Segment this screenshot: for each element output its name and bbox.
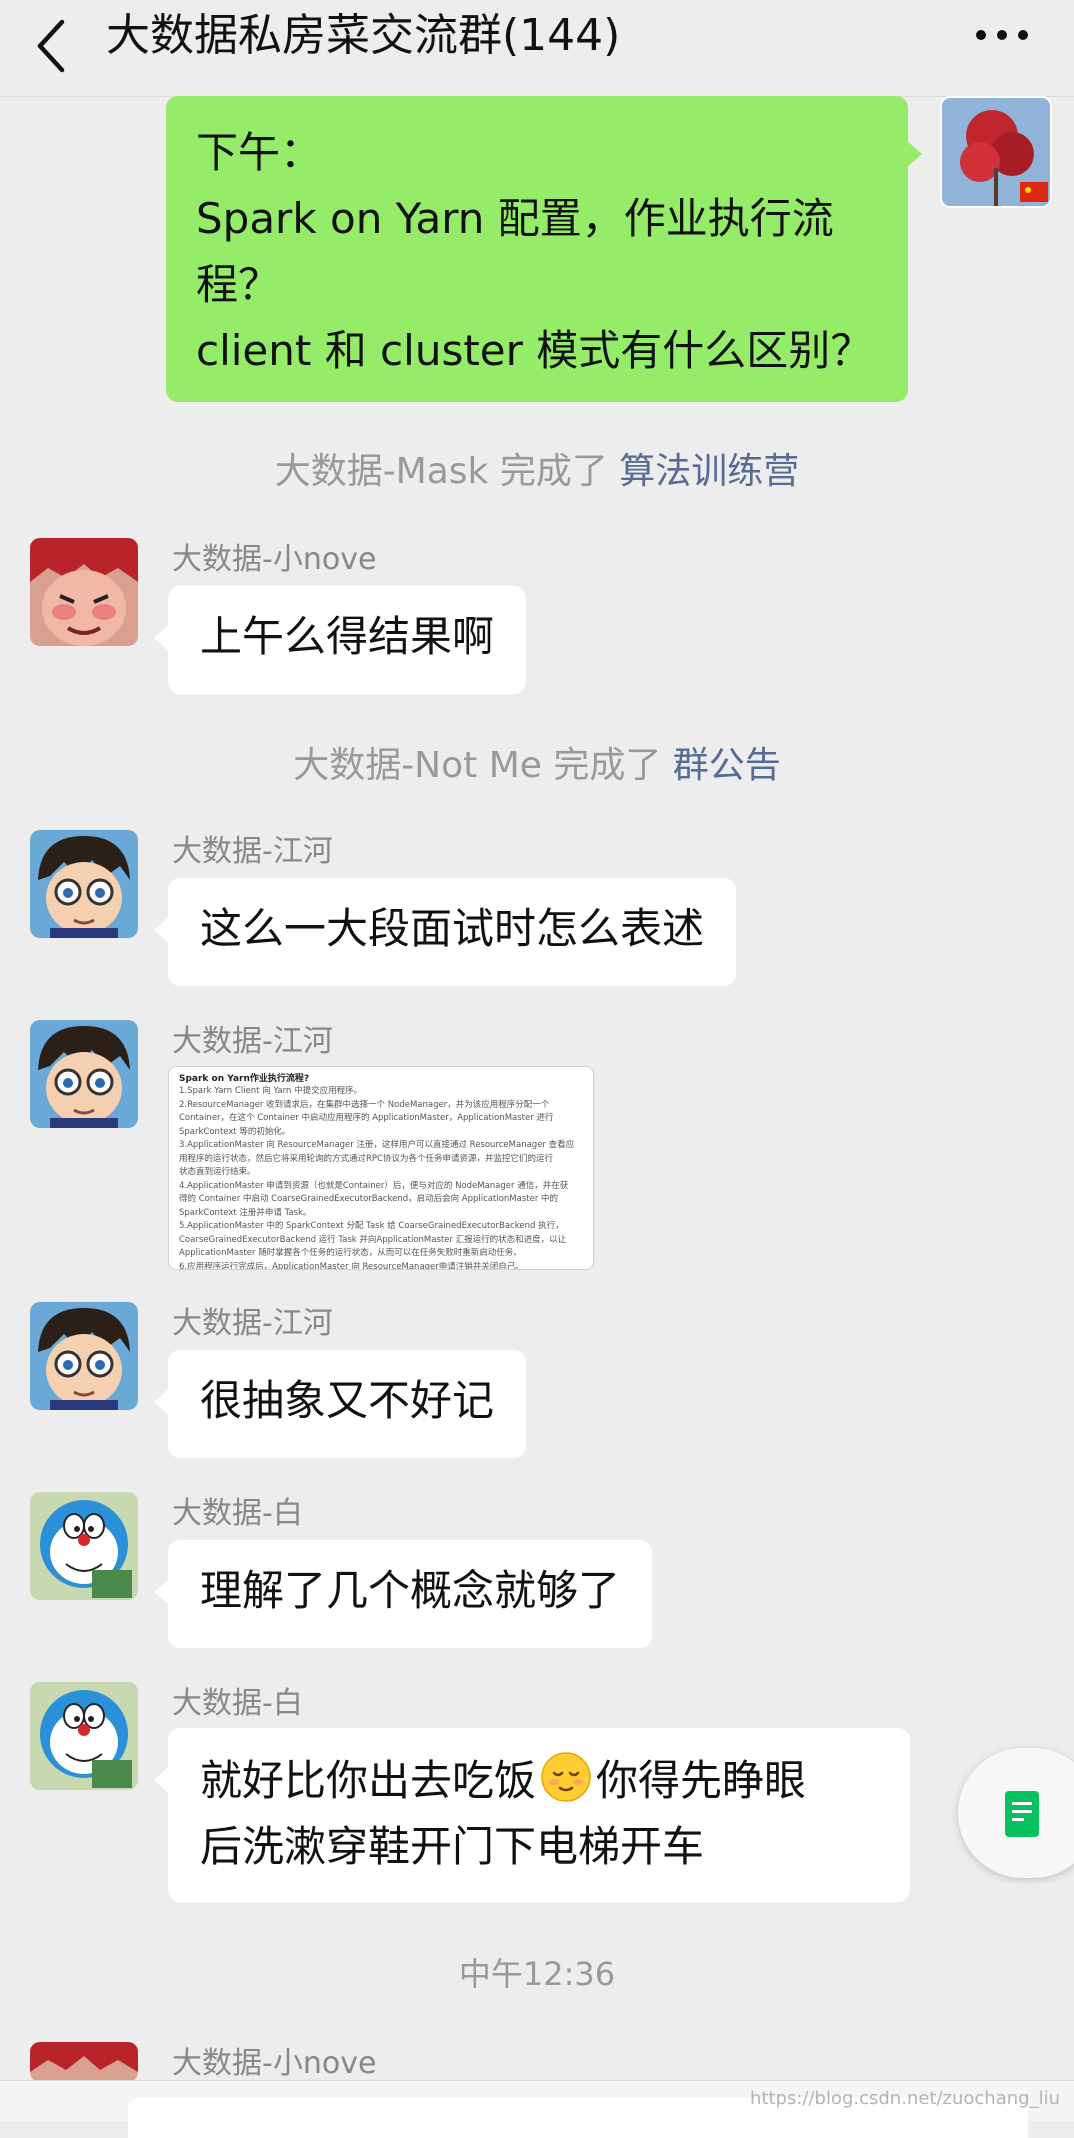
notice-link[interactable]: 群公告	[673, 745, 781, 786]
image-doc-line: 2.ResourceManager 收到请求后，在集群中选择一个 NodeMan…	[179, 1099, 550, 1110]
sender-name: 大数据-白	[172, 1686, 303, 1721]
chat-header: 大数据私房菜交流群(144)	[0, 0, 1074, 97]
image-doc-line: SparkContext 等的初始化。	[179, 1126, 291, 1137]
red-hair-anime-avatar-image	[30, 2042, 138, 2082]
my-message-bubble[interactable]: 下午： Spark on Yarn 配置，作业执行流程？ client 和 cl…	[166, 96, 922, 402]
image-doc-line: 3.ApplicationMaster 向 ResourceManager 注册…	[179, 1140, 575, 1150]
message-bubble[interactable]: 就好比你出去吃饭 你得先睁眼 后洗漱穿鞋开门下电梯开车	[154, 1728, 910, 1902]
image-doc-line: 5.ApplicationMaster 中的 SparkContext 分配 T…	[179, 1221, 564, 1231]
message-text: 你得先睁眼	[596, 1756, 807, 1805]
doraemon-avatar-image	[30, 1492, 138, 1600]
image-doc-line: 用程序的运行状态，然后它将采用轮询的方式通过RPC协议为各个任务申请资源，并监控…	[179, 1153, 553, 1164]
sender-avatar[interactable]	[30, 830, 138, 938]
my-avatar[interactable]	[940, 96, 1052, 208]
timestamp: 中午12:36	[458, 1955, 616, 1993]
image-doc-line: 得的 Container 中启动 CoarseGrainedExecutorBa…	[179, 1194, 559, 1204]
sender-name: 大数据-小nove	[172, 2046, 377, 2081]
image-doc-line: ApplicationMaster 随时掌握各个任务的运行状态，从而可以在任务失…	[179, 1248, 522, 1258]
message-line: 下午：	[196, 128, 323, 177]
notice-user: 大数据-Mask	[274, 451, 489, 492]
glasses-boy-avatar-image	[30, 1302, 138, 1410]
sender-name: 大数据-白	[172, 1496, 303, 1531]
notice-verb: 完成了	[541, 745, 673, 786]
red-hair-anime-avatar-image	[30, 538, 138, 646]
sender-avatar[interactable]	[30, 1682, 138, 1790]
message-line: Spark on Yarn 配置，作业执行流程？	[196, 194, 834, 309]
image-doc-line: 1.Spark Yarn Client 向 Yarn 中提交应用程序。	[179, 1086, 363, 1096]
floating-document-button[interactable]	[958, 1748, 1074, 1878]
message-bubble[interactable]: 这么一大段面试时怎么表述	[153, 878, 737, 986]
sender-avatar[interactable]	[30, 1020, 138, 1128]
sender-avatar[interactable]	[30, 538, 138, 646]
sender-name: 大数据-江河	[172, 834, 333, 869]
chevron-left-icon	[37, 19, 65, 73]
relieved-face-emoji	[541, 1752, 591, 1802]
sender-avatar[interactable]	[30, 2042, 138, 2082]
notice-verb: 完成了	[488, 451, 620, 492]
image-doc-line: 状态直到运行结束。	[179, 1167, 256, 1177]
sender-avatar[interactable]	[30, 1302, 138, 1410]
message-bubble[interactable]: 很抽象又不好记	[153, 1350, 527, 1458]
notice-link[interactable]: 算法训练营	[619, 451, 799, 492]
watermark-text: https://blog.csdn.net/zuochang_liu	[750, 2088, 1060, 2109]
sender-name: 大数据-小nove	[172, 542, 377, 577]
image-doc-line: SparkContext 注册并申请 Task。	[179, 1207, 312, 1218]
image-doc-line: 6.应用程序运行完成后，ApplicationMaster 向 Resource…	[179, 1261, 524, 1270]
message-bubble[interactable]: 上午么得结果啊	[153, 586, 527, 694]
chat-title: 大数据私房菜交流群(144)	[106, 10, 621, 61]
document-icon	[1005, 1791, 1039, 1837]
notice-user: 大数据-Not Me	[293, 745, 542, 786]
message-line: client 和 cluster 模式有什么区别？	[196, 326, 873, 375]
image-doc-line: 4.ApplicationMaster 申请到资源（也就是Container）后…	[179, 1180, 569, 1191]
message-text: 就好比你出去吃饭	[200, 1756, 537, 1805]
sender-name: 大数据-江河	[172, 1306, 333, 1341]
image-doc-line: CoarseGrainedExecutorBackend 运行 Task 并向A…	[179, 1234, 567, 1245]
sender-name: 大数据-江河	[172, 1024, 333, 1059]
image-doc-title: Spark on Yarn作业执行流程?	[179, 1074, 310, 1084]
sender-avatar[interactable]	[30, 1492, 138, 1600]
glasses-boy-avatar-image	[30, 1020, 138, 1128]
back-button[interactable]	[30, 14, 74, 74]
image-message[interactable]: Spark on Yarn作业执行流程? 1.Spark Yarn Client…	[168, 1066, 594, 1270]
doraemon-avatar-image	[30, 1682, 138, 1790]
message-line: 就好比你出去吃饭 你得先睁眼	[200, 1748, 878, 1814]
more-dots-icon	[976, 30, 1028, 40]
message-line: 后洗漱穿鞋开门下电梯开车	[200, 1822, 705, 1871]
more-button[interactable]	[972, 20, 1032, 50]
red-flower-avatar-image	[942, 98, 1050, 206]
image-doc-line: Container，在这个 Container 中启动应用程序的 Applica…	[179, 1113, 554, 1123]
glasses-boy-avatar-image	[30, 830, 138, 938]
system-notice: 大数据-Not Me 完成了 群公告	[0, 744, 1074, 788]
system-notice: 大数据-Mask 完成了 算法训练营	[0, 450, 1074, 494]
message-bubble[interactable]: 理解了几个概念就够了	[153, 1540, 653, 1648]
